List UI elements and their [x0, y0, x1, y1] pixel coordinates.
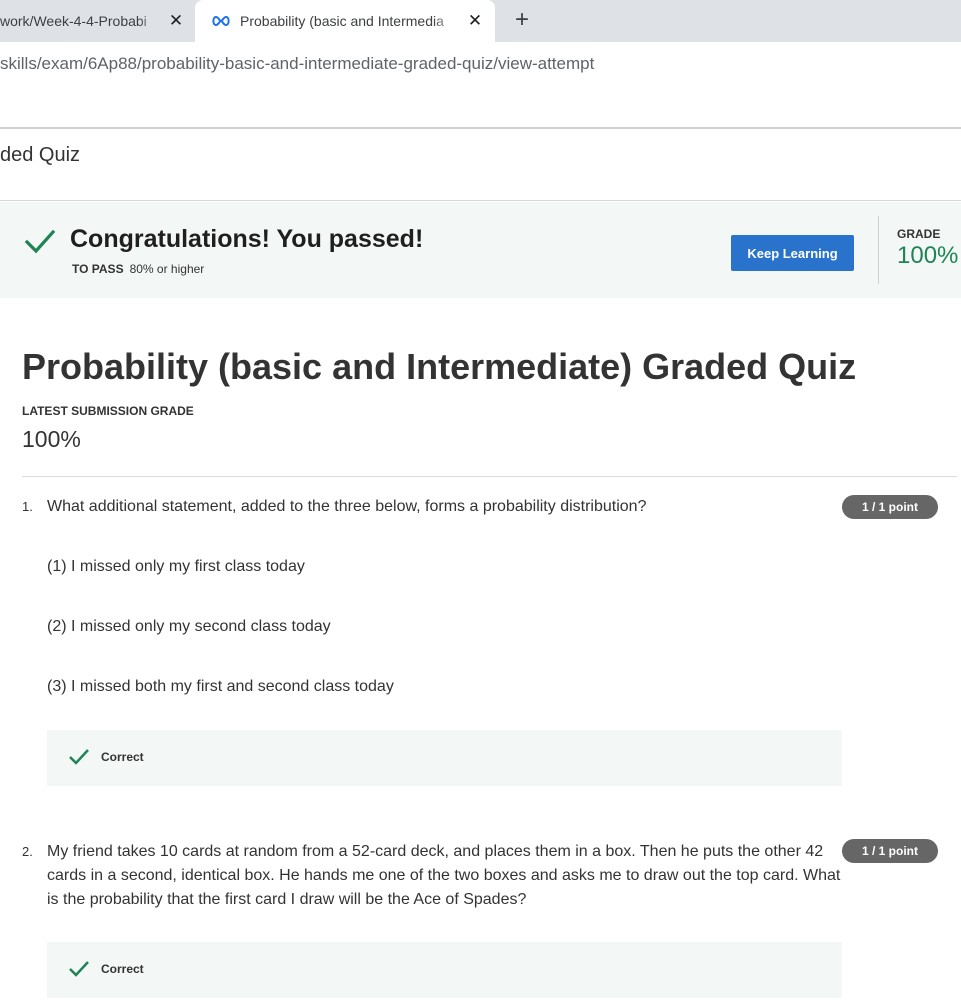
keep-learning-button[interactable]: Keep Learning — [731, 235, 854, 271]
tab-title: work/Week-4-4-Probabi — [0, 13, 147, 29]
grade-divider — [878, 216, 879, 284]
tab-probability-quiz[interactable]: Probability (basic and Intermedia ✕ — [195, 0, 495, 42]
plus-icon[interactable]: + — [510, 8, 534, 33]
pass-banner: Congratulations! You passed! TO PASS 80% … — [0, 202, 961, 298]
tab-title-fade — [433, 0, 459, 42]
question-number: 1. — [22, 499, 33, 514]
latest-grade-label: LATEST SUBMISSION GRADE — [22, 404, 194, 418]
to-pass-label: TO PASS — [72, 262, 124, 276]
close-icon[interactable]: ✕ — [465, 11, 485, 31]
feedback-label: Correct — [101, 750, 144, 764]
breadcrumb-title: ded Quiz — [0, 144, 81, 166]
option-item: (1) I missed only my first class today — [47, 558, 305, 575]
section-divider — [22, 476, 957, 477]
browser-tab-strip: work/Week-4-4-Probabi ✕ Probability (bas… — [0, 0, 961, 42]
tab-title-fade — [138, 0, 164, 42]
grade-value: 100% — [897, 242, 959, 269]
points-badge: 1 / 1 point — [842, 839, 938, 863]
feedback-correct: Correct — [47, 730, 842, 786]
to-pass-value: 80% or higher — [129, 262, 205, 276]
check-icon — [69, 961, 89, 977]
feedback-correct: Correct — [47, 942, 842, 998]
tab-week-4[interactable]: work/Week-4-4-Probabi ✕ — [0, 0, 195, 42]
pass-title: Congratulations! You passed! — [70, 225, 424, 253]
address-bar[interactable]: skills/exam/6Ap88/probability-basic-and-… — [0, 42, 961, 86]
check-icon — [69, 749, 89, 765]
question-text: What additional statement, added to the … — [47, 498, 647, 515]
option-item: (3) I missed both my first and second cl… — [47, 678, 394, 695]
latest-grade-value: 100% — [22, 426, 81, 452]
to-pass: TO PASS 80% or higher — [72, 262, 204, 276]
coursera-infinity-icon — [212, 15, 230, 27]
tab-title: Probability (basic and Intermedia — [240, 13, 444, 29]
points-badge: 1 / 1 point — [842, 495, 938, 519]
feedback-label: Correct — [101, 962, 144, 976]
page-title: Probability (basic and Intermediate) Gra… — [22, 346, 857, 387]
question-text: My friend takes 10 cards at random from … — [47, 843, 841, 908]
breadcrumb: ded Quiz — [0, 129, 961, 201]
close-icon[interactable]: ✕ — [166, 11, 186, 31]
url-text[interactable]: skills/exam/6Ap88/probability-basic-and-… — [0, 54, 594, 74]
option-item: (2) I missed only my second class today — [47, 618, 331, 635]
check-icon — [24, 229, 56, 254]
grade-label: GRADE — [897, 227, 941, 241]
question-number: 2. — [22, 844, 33, 859]
